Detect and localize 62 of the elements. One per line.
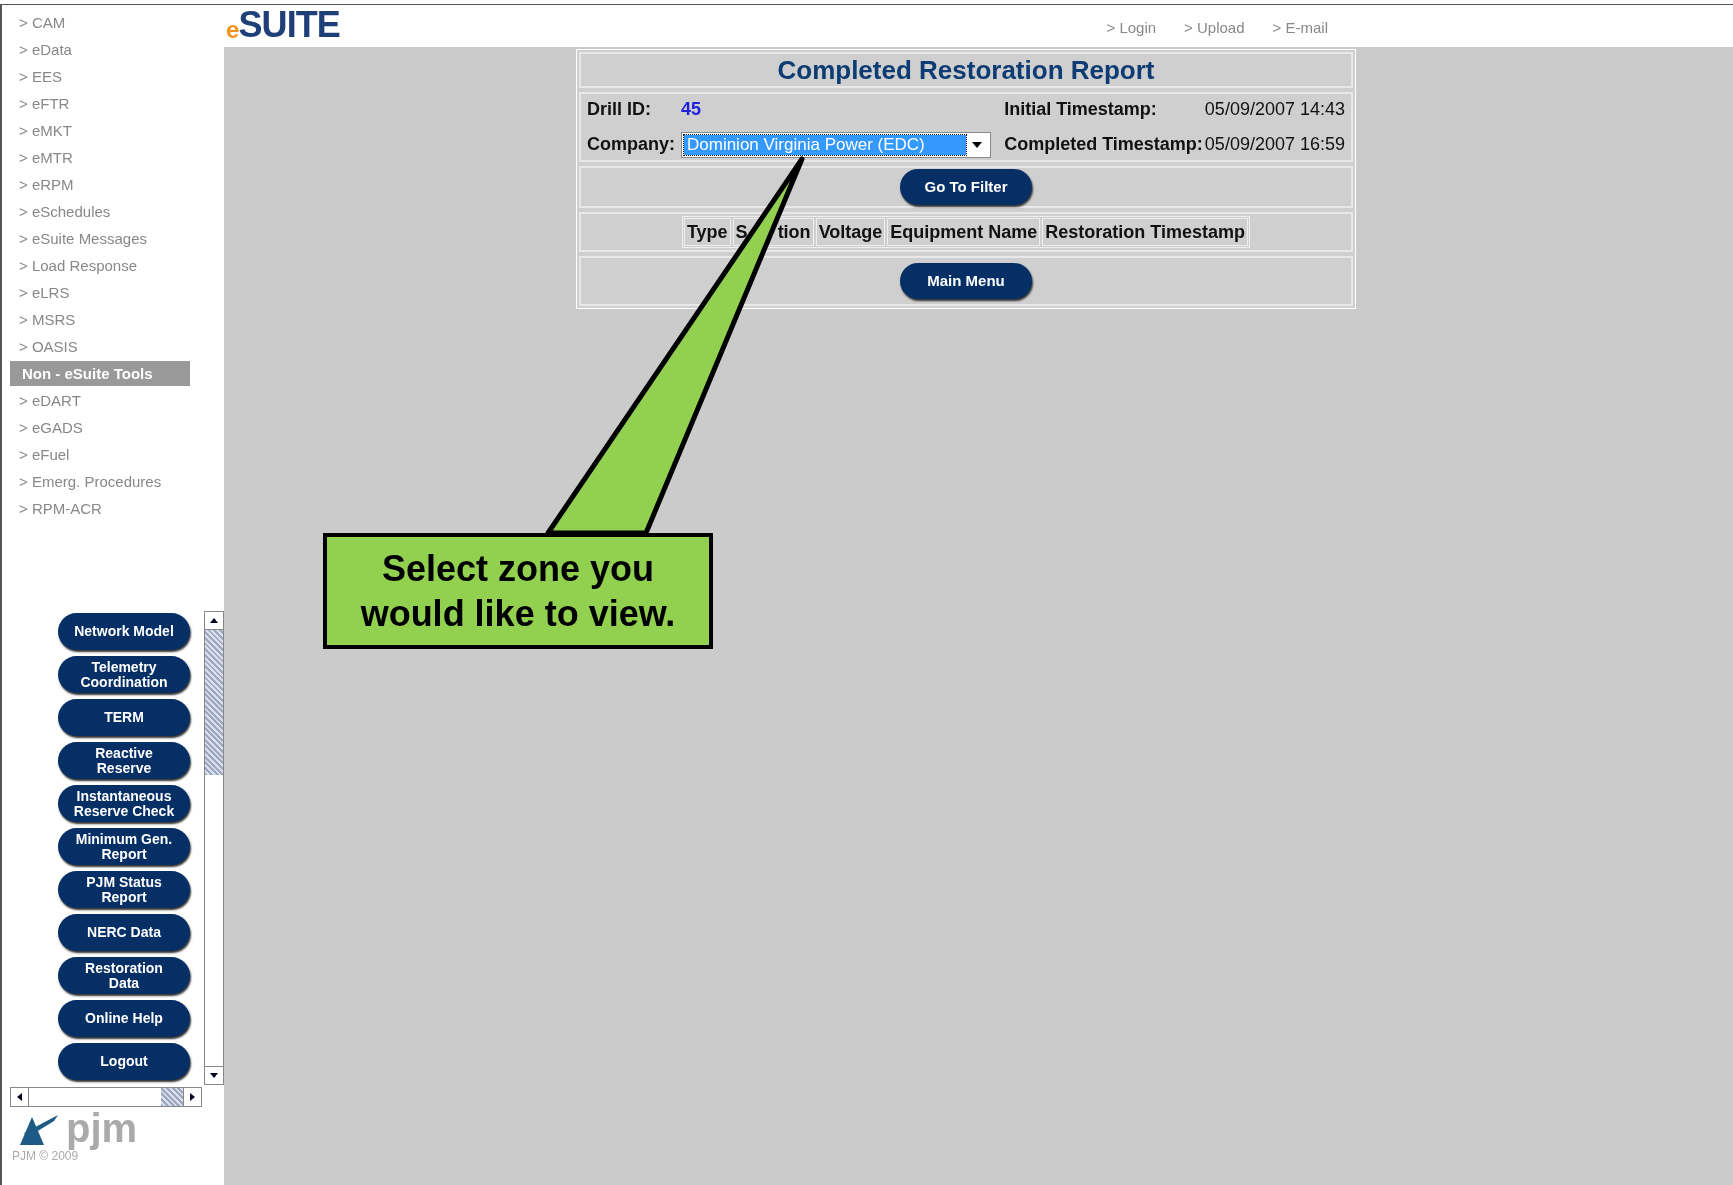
copyright-text: PJM © 2009 <box>11 1149 79 1165</box>
header-link[interactable]: > E-mail <box>1272 17 1328 40</box>
sidebar-link[interactable]: > eSuite Messages <box>10 225 224 252</box>
column-header: S <box>735 221 748 244</box>
nav-button[interactable]: Restoration Data <box>58 957 190 994</box>
callout-text: Select zone you would like to view. <box>359 547 677 636</box>
go-to-filter-button[interactable]: Go To Filter <box>900 169 1032 205</box>
company-dropdown[interactable]: Dominion Virginia Power (EDC) <box>681 131 991 158</box>
completed-timestamp-value: 05/09/2007 16:59 <box>1204 133 1345 156</box>
dropdown-arrow-icon <box>972 141 982 148</box>
sidebar-link[interactable]: > eMKT <box>10 117 224 144</box>
sidebar-link[interactable]: > RPM-ACR <box>10 495 224 522</box>
horizontal-scrollbar[interactable] <box>10 1087 202 1107</box>
left-arrow-icon <box>17 1093 22 1101</box>
sidebar-link[interactable]: > eGADS <box>10 414 224 441</box>
nav-button[interactable]: TERM <box>58 699 190 736</box>
nav-button[interactable]: NERC Data <box>58 914 190 951</box>
header-link[interactable]: > Login <box>1106 17 1157 40</box>
sidebar-link[interactable]: > eDART <box>10 387 224 414</box>
main-menu-button[interactable]: Main Menu <box>900 263 1032 299</box>
scroll-thumb[interactable] <box>205 630 223 775</box>
company-label: Company: <box>587 133 676 156</box>
sidebar-link[interactable]: > eFTR <box>10 90 224 117</box>
scroll-thumb[interactable] <box>161 1088 183 1106</box>
sidebar-link[interactable]: > EES <box>10 63 224 90</box>
drill-id-value: 45 <box>681 98 703 121</box>
nav-button[interactable]: Online Help <box>58 1000 190 1037</box>
nav-button[interactable]: Telemetry Coordination <box>58 656 190 693</box>
sidebar-link[interactable]: > OASIS <box>10 333 224 360</box>
right-arrow-icon <box>190 1093 195 1101</box>
nav-button[interactable]: Reactive Reserve <box>58 742 190 779</box>
nav-button[interactable]: Logout <box>58 1043 190 1080</box>
sidebar-link[interactable]: > eLRS <box>10 279 224 306</box>
completed-timestamp-label: Completed Timestamp: <box>1004 133 1203 156</box>
column-header: Voltage <box>818 221 883 244</box>
header-link[interactable]: > Upload <box>1184 17 1245 40</box>
column-header: Restoration Timestamp <box>1045 221 1246 244</box>
column-header: tion <box>777 221 811 244</box>
sidebar-link[interactable]: > eSchedules <box>10 198 224 225</box>
nav-button[interactable]: Minimum Gen. Report <box>58 828 190 865</box>
initial-timestamp-label: Initial Timestamp: <box>1004 98 1158 121</box>
up-arrow-icon <box>210 618 218 623</box>
sidebar-link[interactable]: > eData <box>10 36 224 63</box>
nav-button[interactable]: Instantaneous Reserve Check <box>58 785 190 822</box>
nav-button[interactable]: Network Model <box>58 613 190 650</box>
initial-timestamp-value: 05/09/2007 14:43 <box>1204 98 1345 121</box>
sidebar-link[interactable]: > Load Response <box>10 252 224 279</box>
sidebar-link[interactable]: > eMTR <box>10 144 224 171</box>
esuite-logo: eSUITE <box>226 7 340 43</box>
column-header: Equipment Name <box>890 221 1038 244</box>
column-header: Type <box>686 221 728 244</box>
section-heading: Non - eSuite Tools <box>10 361 190 386</box>
sidebar-link[interactable]: > eFuel <box>10 441 224 468</box>
down-arrow-icon <box>210 1073 218 1078</box>
sidebar-link[interactable]: > Emerg. Procedures <box>10 468 224 495</box>
vertical-scrollbar[interactable] <box>204 611 224 1085</box>
drill-id-label: Drill ID: <box>587 98 652 121</box>
sidebar-link[interactable]: > MSRS <box>10 306 224 333</box>
nav-button[interactable]: PJM Status Report <box>58 871 190 908</box>
report-title: Completed Restoration Report <box>777 53 1155 87</box>
sidebar-link[interactable]: > CAM <box>10 9 224 36</box>
sidebar-link[interactable]: > eRPM <box>10 171 224 198</box>
